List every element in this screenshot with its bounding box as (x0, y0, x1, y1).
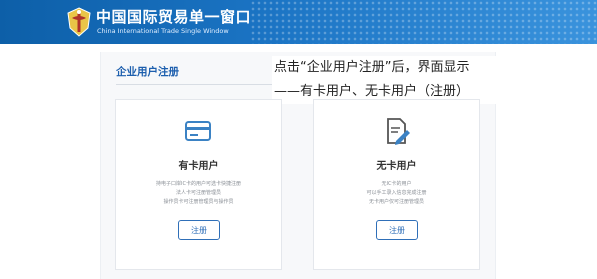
banner-pattern (250, 0, 597, 44)
customs-emblem-icon (67, 7, 91, 37)
card-desc-line: 法人卡可注册管理员 (175, 190, 221, 196)
card-desc-line: 可以手工录入信息完成注册 (366, 190, 427, 196)
register-without-card-button[interactable]: 注册 (376, 220, 418, 240)
annotation-text: 点击“企业用户注册”后，界面显示 ——有卡用户、无卡用户（注册） (272, 56, 516, 104)
site-subtitle: China International Trade Single Window (97, 27, 229, 35)
card-title: 无卡用户 (376, 161, 417, 172)
id-card-icon (185, 121, 211, 141)
card-user-without-card: 无卡用户 无IC卡的用户 可以手工录入信息完成注册 无卡用户仅可注册管理员 注册 (313, 99, 480, 270)
annotation-line-1: 点击“企业用户注册”后，界面显示 (274, 60, 470, 75)
card-desc-line: 操作员卡可注册管理员与操作员 (163, 199, 234, 205)
document-edit-icon (387, 118, 410, 145)
card-desc-line: 持电子口岸IC卡的用户可选卡快捷注册 (156, 181, 241, 187)
section-title: 企业用户注册 (116, 66, 179, 78)
card-description: 持电子口岸IC卡的用户可选卡快捷注册 法人卡可注册管理员 操作员卡可注册管理员与… (126, 180, 271, 207)
card-user-with-card: 有卡用户 持电子口岸IC卡的用户可选卡快捷注册 法人卡可注册管理员 操作员卡可注… (115, 99, 282, 270)
register-with-card-button[interactable]: 注册 (178, 220, 220, 240)
site-title[interactable]: 中国国际贸易单一窗口 (96, 6, 251, 27)
card-title: 有卡用户 (178, 161, 219, 172)
header-banner: 中国国际贸易单一窗口 China International Trade Sin… (0, 0, 597, 44)
card-description: 无IC卡的用户 可以手工录入信息完成注册 无卡用户仅可注册管理员 (324, 180, 469, 207)
card-desc-line: 无卡用户仅可注册管理员 (368, 199, 424, 205)
card-desc-line: 无IC卡的用户 (381, 181, 412, 187)
